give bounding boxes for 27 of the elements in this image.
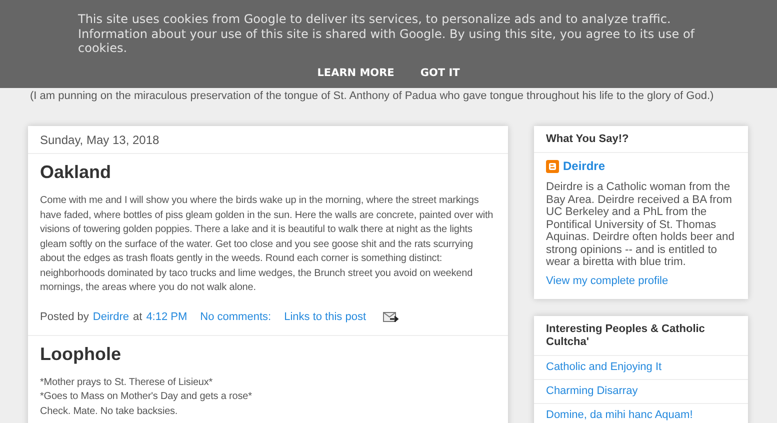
profile-link[interactable]: View my complete profile <box>546 274 668 286</box>
footer-text: at <box>133 310 142 322</box>
widget-title: What You Say!? <box>534 126 748 153</box>
date-header: Sunday, May 13, 2018 <box>28 126 508 154</box>
banner-button[interactable]: LEARN MORE <box>311 64 400 80</box>
blog-link[interactable]: Charming Disarray <box>534 380 748 404</box>
banner-button[interactable]: GOT IT <box>414 64 466 80</box>
blog-link[interactable]: Domine, da mihi hanc Aquam! <box>534 404 748 423</box>
blogger-icon <box>546 160 559 172</box>
footer-text: Posted by <box>40 310 89 322</box>
blog-link[interactable]: Catholic and Enjoying It <box>534 356 748 380</box>
email-icon[interactable] <box>383 310 400 322</box>
author-link[interactable]: Deirdre <box>92 310 129 322</box>
post-title: Oakland <box>40 162 112 183</box>
post-title: Loophole <box>40 344 122 364</box>
post-text: *Goes to Mass on Mother's Day and gets a rose* <box>40 390 253 404</box>
cookie-message: This site uses cookies from Google to deliver its services, to personalize ads and to analyze traffic. Information about your use of this site is shared with Google. By using this site, you agree to its use of cookies. <box>78 12 696 56</box>
post-text: Come with me and I will show you where the birds wake up in the morning, where the street markings have faded, where bottles of piss gleam golden in the sun. Here the walls are concrete, painted over with visions of towering golden poppies. There a lake and it is beautiful to walk there at night as the lights gleam softly on the surface of the water. Get too close and you see goose shit and the rats scurrying about the edges as trash floats gently in the weeds. Round each corner is something distinct: neighborhoods dominated by taco trucks and lime wedges, the Brunch street you avoid on weekend mornings, the areas where you do not walk alone. <box>40 194 494 295</box>
post-text: *Mother prays to St. Therese of Lisieux* <box>40 376 214 390</box>
profile-name-link[interactable]: Deirdre <box>563 159 606 173</box>
comments-link[interactable]: No comments: <box>200 310 272 322</box>
blog-tagline: (I am punning on the miraculous preservation of the tongue of St. Anthony of Padua who gave tongue throughout his life to the glory of God.) <box>30 90 715 102</box>
post-text: Check. Mate. No take backsies. <box>40 404 179 418</box>
backlinks-link[interactable]: Links to this post <box>284 310 366 322</box>
profile-bio: Deirdre is a Catholic woman from the Bay Area. Deirdre received a BA from UC Berkeley and a PhL from the Pontifical University of St. Thomas Aquinas. Deirdre often holds beer and strong opinions -- and is entitled to wear a biretta with blue trim. <box>546 181 736 268</box>
time-link[interactable]: 4:12 PM <box>146 310 188 322</box>
widget-title: Interesting Peoples & Catholic Cultcha' <box>534 316 748 356</box>
